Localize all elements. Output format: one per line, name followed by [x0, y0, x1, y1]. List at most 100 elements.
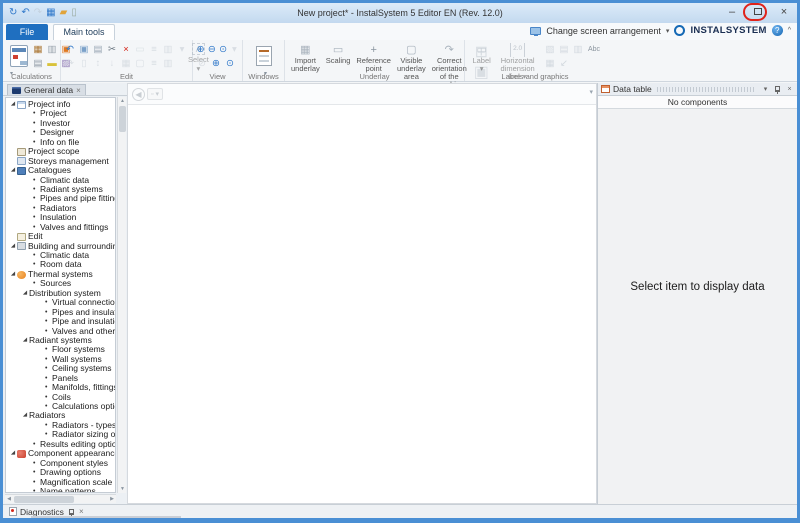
- expand-arrow-icon[interactable]: ◢: [9, 166, 17, 175]
- collapse-ribbon-icon[interactable]: ^: [788, 27, 791, 34]
- tree-item[interactable]: •Designer: [6, 128, 115, 137]
- tree-horizontal-scrollbar[interactable]: ◀ ▶: [5, 494, 116, 503]
- tree-item[interactable]: •Component styles: [6, 459, 115, 468]
- tab-diagnostics[interactable]: Diagnostics: [20, 507, 64, 517]
- help-icon[interactable]: ?: [772, 25, 783, 36]
- drag-handle[interactable]: [657, 87, 756, 92]
- tree-item[interactable]: •Manifolds, fittings and com: [6, 383, 115, 392]
- zoom-out-icon[interactable]: ⊖: [207, 44, 216, 55]
- expand-arrow-icon[interactable]: ◢: [21, 289, 29, 298]
- text-abc-icon[interactable]: Abc: [586, 46, 602, 53]
- tree-item[interactable]: •Drawing options: [6, 468, 115, 477]
- tree-item[interactable]: Storeys management: [6, 157, 115, 166]
- copy-icon[interactable]: ▣: [78, 44, 90, 55]
- tree-item[interactable]: •Ceiling systems: [6, 364, 115, 373]
- new-file-icon[interactable]: ▯: [71, 7, 77, 19]
- tree-item[interactable]: •Valves and other fittings - ty: [6, 327, 115, 336]
- expand-arrow-icon[interactable]: ◢: [21, 411, 29, 420]
- tree-item[interactable]: •Results editing options: [6, 440, 115, 449]
- scroll-down-icon[interactable]: ▼: [119, 485, 126, 493]
- windows-button[interactable]: [251, 42, 277, 70]
- scrollbar-thumb[interactable]: [14, 496, 74, 503]
- tree-item[interactable]: ◢Component appearance configu: [6, 449, 115, 458]
- tree-item[interactable]: •Pipes and insulation - types: [6, 308, 115, 317]
- tree-item[interactable]: •Climatic data: [6, 176, 115, 185]
- tree-item[interactable]: •Investor: [6, 119, 115, 128]
- tab-file[interactable]: File: [6, 24, 48, 40]
- tree-item[interactable]: •Calculations options: [6, 402, 115, 411]
- tree-item[interactable]: Project scope: [6, 147, 115, 156]
- tree-item[interactable]: •Magnification scale: [6, 478, 115, 487]
- scroll-right-icon[interactable]: ▶: [108, 496, 116, 503]
- zoom-in-icon[interactable]: ⊕: [196, 44, 205, 55]
- pin-icon[interactable]: [69, 509, 74, 515]
- tree-item[interactable]: •Sources: [6, 279, 115, 288]
- scrollbar-thumb[interactable]: [119, 106, 126, 132]
- panel-dropdown-icon[interactable]: ▾: [761, 85, 770, 93]
- tree-item[interactable]: •Radiators - types and defau: [6, 421, 115, 430]
- tree-item[interactable]: ◢Thermal systems: [6, 270, 115, 279]
- tree-item[interactable]: •Coils: [6, 393, 115, 402]
- tree-item[interactable]: •Virtual connections of radia: [6, 298, 115, 307]
- tree-item[interactable]: •Project: [6, 109, 115, 118]
- scroll-left-icon[interactable]: ◀: [5, 496, 13, 503]
- tree-item[interactable]: •Valves and fittings: [6, 223, 115, 232]
- chevron-down-icon[interactable]: ▾: [589, 88, 593, 96]
- tree-item[interactable]: ◢Building and surroundings: [6, 242, 115, 251]
- tree-item[interactable]: •Panels: [6, 374, 115, 383]
- pin-icon[interactable]: [775, 86, 780, 92]
- change-screen-arrangement-button[interactable]: Change screen arrangement: [546, 26, 661, 36]
- zoom-all-icon[interactable]: ⊕: [210, 58, 222, 69]
- tab-general-data[interactable]: General data ×: [7, 84, 86, 95]
- calc-data-check-icon[interactable]: ▦: [32, 44, 44, 55]
- tree-item[interactable]: ◢Radiators: [6, 411, 115, 420]
- calc-connection-icon[interactable]: ▬: [46, 58, 58, 69]
- calculations-button[interactable]: [6, 42, 32, 70]
- expand-arrow-icon[interactable]: ◢: [9, 242, 17, 251]
- tree-item[interactable]: ◢Radiant systems: [6, 336, 115, 345]
- tab-main-tools[interactable]: Main tools: [53, 24, 115, 40]
- tree-item[interactable]: Edit: [6, 232, 115, 241]
- calc-diagnostics-icon[interactable]: ▥: [46, 44, 58, 55]
- tree-item[interactable]: •Radiators: [6, 204, 115, 213]
- app-icon[interactable]: ↻: [9, 7, 17, 19]
- scroll-up-icon[interactable]: ▲: [119, 97, 126, 105]
- zoom-window-icon[interactable]: ⊙: [219, 44, 228, 55]
- tree-item[interactable]: ◢Catalogues: [6, 166, 115, 175]
- close-button[interactable]: ×: [777, 6, 791, 18]
- expand-arrow-icon[interactable]: ◢: [21, 336, 29, 345]
- tree-item[interactable]: •Pipe and insulation sizing o: [6, 317, 115, 326]
- close-icon[interactable]: ×: [76, 86, 81, 95]
- tree-item[interactable]: •Name patterns: [6, 487, 115, 493]
- tree-item[interactable]: •Wall systems: [6, 355, 115, 364]
- chevron-down-icon[interactable]: ▾: [666, 27, 670, 35]
- tree-item[interactable]: •Info on file: [6, 138, 115, 147]
- tree-item[interactable]: •Climatic data: [6, 251, 115, 260]
- undo-icon[interactable]: ↶: [21, 7, 29, 19]
- tree-item[interactable]: ◢Project info: [6, 100, 115, 109]
- save-icon[interactable]: ▦: [46, 7, 55, 19]
- close-icon[interactable]: ×: [79, 507, 84, 516]
- tree-item[interactable]: •Radiant systems: [6, 185, 115, 194]
- tree-item[interactable]: •Radiator sizing options: [6, 430, 115, 439]
- expand-arrow-icon[interactable]: ◢: [9, 449, 17, 458]
- tree-item[interactable]: •Insulation: [6, 213, 115, 222]
- open-icon[interactable]: ▰: [60, 7, 68, 19]
- label-button[interactable]: ▭ Label ▾: [468, 42, 495, 74]
- paste-icon[interactable]: ▤: [92, 44, 104, 55]
- tree-item[interactable]: •Floor systems: [6, 345, 115, 354]
- minimize-button[interactable]: –: [725, 6, 739, 18]
- cut-icon[interactable]: ✂: [106, 44, 118, 55]
- delete-icon[interactable]: ×: [120, 44, 132, 55]
- undo-icon[interactable]: ↶: [64, 44, 76, 55]
- tree-item[interactable]: •Pipes and pipe fittings: [6, 194, 115, 203]
- tree-vertical-scrollbar[interactable]: ▲ ▼: [117, 97, 126, 493]
- expand-arrow-icon[interactable]: ◢: [9, 270, 17, 279]
- zoom-selection-icon[interactable]: ⊙: [224, 58, 236, 69]
- calc-users-icon[interactable]: ▤: [32, 58, 44, 69]
- tree-item[interactable]: ◢Distribution system: [6, 289, 115, 298]
- close-icon[interactable]: ×: [785, 86, 794, 93]
- expand-arrow-icon[interactable]: ◢: [9, 100, 17, 109]
- drawing-area[interactable]: ◀ ▫ ▾ ▾: [127, 83, 597, 504]
- tree-item[interactable]: •Room data: [6, 260, 115, 269]
